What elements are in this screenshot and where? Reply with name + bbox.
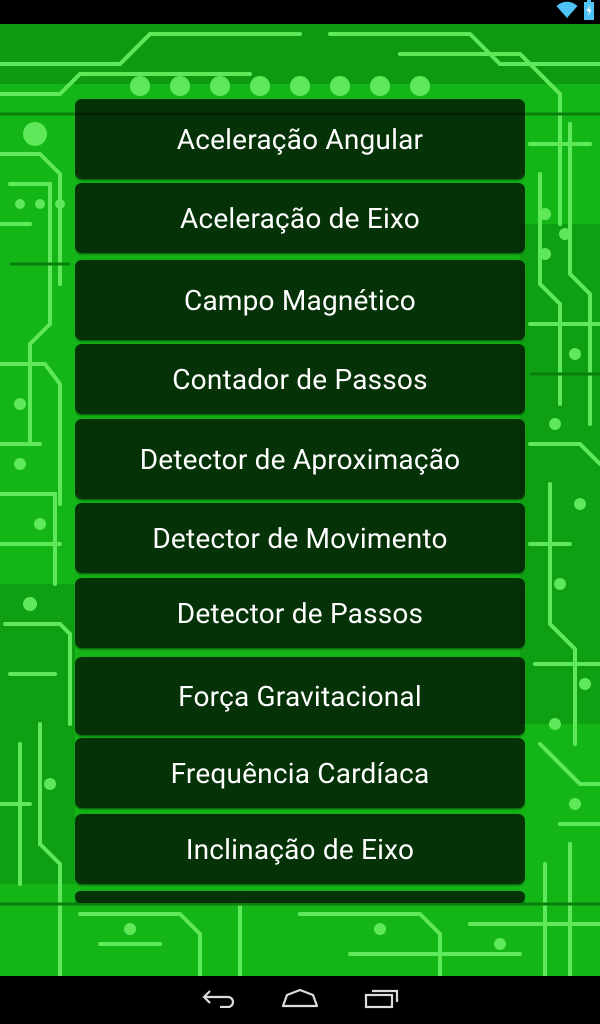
home-icon [281, 988, 319, 1012]
menu-item-button[interactable]: Contador de Passos [75, 344, 525, 414]
menu-item-button[interactable]: Aceleração de Eixo [75, 183, 525, 253]
recent-apps-button[interactable] [352, 982, 412, 1018]
wifi-icon [556, 1, 578, 23]
menu-item-button[interactable]: Detector de Passos [75, 578, 525, 648]
menu-item-button[interactable]: Aceleração Angular [75, 99, 525, 179]
navigation-bar [0, 976, 600, 1024]
menu-item-button[interactable]: Campo Magnético [75, 260, 525, 340]
sensor-menu-list[interactable]: Aceleração Angular Aceleração de Eixo Camp… [75, 99, 525, 903]
battery-charging-icon [584, 0, 594, 24]
status-icons [556, 0, 594, 24]
app-content: Aceleração Angular Aceleração de Eixo Camp… [0, 24, 600, 976]
menu-item-button[interactable]: Inclinação de Eixo [75, 814, 525, 884]
back-button[interactable] [190, 982, 250, 1018]
menu-item-button[interactable]: Frequência Cardíaca [75, 738, 525, 808]
menu-item-button[interactable]: Detector de Movimento [75, 503, 525, 573]
home-button[interactable] [270, 982, 330, 1018]
menu-item-partial[interactable] [75, 891, 525, 903]
menu-item-button[interactable]: Detector de Aproximação [75, 419, 525, 499]
recent-apps-icon [364, 987, 400, 1013]
menu-item-button[interactable]: Força Gravitacional [75, 657, 525, 735]
status-bar [0, 0, 600, 24]
back-icon [202, 988, 238, 1012]
